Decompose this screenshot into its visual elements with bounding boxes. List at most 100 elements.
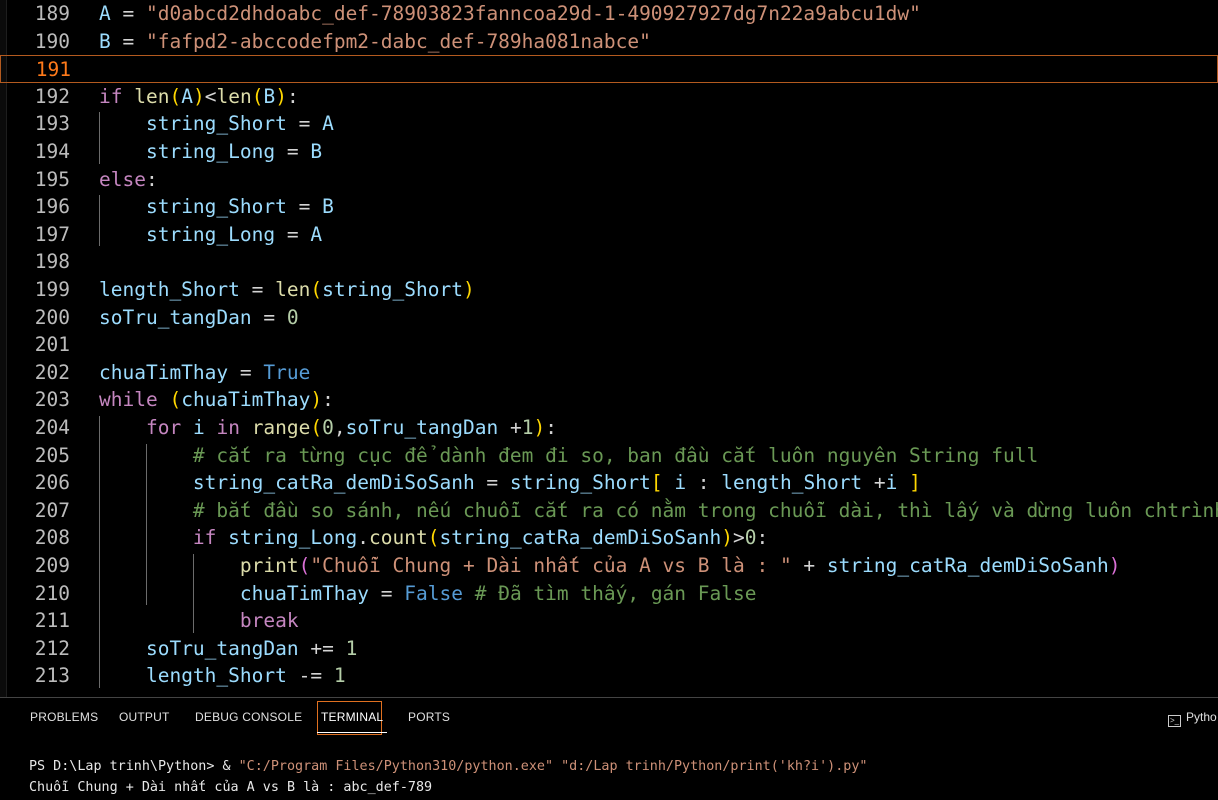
code-line[interactable]: 204 for i in range(0,soTru_tangDan +1): (0, 414, 1218, 442)
code-line[interactable]: 200 soTru_tangDan = 0 (0, 304, 1218, 332)
code-text: for i in range(0,soTru_tangDan +1): (99, 414, 557, 442)
code-token: : (545, 416, 557, 439)
code-token: len (216, 84, 252, 108)
code-text: string_Long = B (99, 138, 322, 166)
terminal-prompt: PS D:\Lap trinh\Python> & (29, 759, 239, 774)
terminal-profile-button[interactable]: >_ Pytho (1168, 710, 1217, 727)
code-line[interactable]: 189 A = "d0abcd2dhdoabc_def-78903823fannc… (0, 0, 1218, 28)
code-line[interactable]: 196 string_Short = B (0, 193, 1218, 221)
line-number: 210 (34, 581, 70, 605)
indent-guide (99, 112, 100, 164)
tab-problems[interactable]: PROBLEMS (30, 710, 98, 724)
code-line[interactable]: 212 soTru_tangDan += 1 (0, 635, 1218, 663)
code-token: : (322, 388, 334, 412)
code-token: 1 (345, 636, 358, 660)
code-text: string_Short = B (99, 193, 334, 221)
code-token: # Đã tìm thấy, gán False (474, 581, 757, 605)
code-token: if (99, 84, 123, 108)
code-text: else: (99, 166, 158, 194)
code-token: length_Short (721, 471, 863, 495)
line-number: 209 (34, 554, 70, 577)
line-number: 204 (34, 416, 70, 439)
code-token: + (791, 554, 827, 577)
code-token: 0 (322, 416, 334, 439)
line-number: 207 (34, 498, 70, 522)
code-token: + (498, 416, 522, 439)
line-number: 212 (34, 636, 70, 660)
code-text: if string_Long.count(string_catRa_demDiS… (99, 524, 768, 552)
line-number: 189 (34, 2, 70, 25)
code-line[interactable]: 197 string_Long = A (0, 221, 1218, 249)
code-text: A = "d0abcd2dhdoabc_def-78903823fanncoa2… (99, 0, 921, 28)
code-line[interactable]: 193 string_Short = A (0, 110, 1218, 138)
code-token: . (357, 526, 370, 550)
code-line[interactable]: 202 chuaTimThay = True (0, 359, 1218, 387)
code-token: = (110, 29, 146, 53)
code-token: string_Short (145, 195, 287, 219)
tab-output[interactable]: OUTPUT (119, 710, 170, 724)
line-number: 199 (34, 278, 70, 301)
code-line[interactable]: 213 length_Short -= 1 (0, 662, 1218, 690)
terminal-command-line[interactable]: PS D:\Lap trinh\Python> & "C:/Program Fi… (29, 759, 867, 774)
code-token: 0 (744, 526, 757, 550)
code-token: string_catRa_demDiSoSanh (192, 471, 475, 495)
code-token: ) (721, 526, 734, 550)
code-token: ( (427, 526, 440, 550)
code-token: , (333, 416, 346, 439)
code-token: < (204, 84, 217, 108)
code-line[interactable]: 205 # cắt ra từng cục để dành đem đi so,… (0, 442, 1218, 470)
code-token: string_catRa_demDiSoSanh (439, 526, 722, 550)
code-token: length_Short (145, 664, 287, 688)
code-token: = (275, 140, 311, 163)
code-editor[interactable]: 189 A = "d0abcd2dhdoabc_def-78903823fannc… (0, 0, 1218, 697)
code-text: soTru_tangDan += 1 (99, 635, 357, 663)
indent-guide (99, 416, 100, 688)
code-line[interactable]: 208 if string_Long.count(string_catRa_de… (0, 524, 1218, 552)
code-line[interactable]: 207 # bắt đầu so sánh, nếu chuỗi cắt ra … (0, 497, 1218, 525)
tab-ports[interactable]: PORTS (408, 710, 450, 724)
code-line[interactable]: 210 chuaTimThay = False # Đã tìm thấy, g… (0, 580, 1218, 608)
code-line[interactable]: 211 break (0, 607, 1218, 635)
code-line[interactable]: 201 (0, 331, 1218, 359)
code-line[interactable]: 209 print("Chuỗi Chung + Dài nhất của A … (0, 552, 1218, 580)
tab-debug-console[interactable]: DEBUG CONSOLE (195, 710, 302, 724)
code-token: i (674, 471, 687, 495)
code-token: string_Long (228, 526, 358, 550)
code-line[interactable]: 206 string_catRa_demDiSoSanh = string_Sh… (0, 469, 1218, 497)
code-token: : (145, 167, 158, 191)
code-line[interactable]: 191 (0, 55, 1218, 83)
code-token: -= (286, 664, 334, 688)
code-line[interactable]: 198 (0, 248, 1218, 276)
code-token: A (322, 112, 334, 136)
line-number: 197 (34, 222, 70, 246)
line-number: 200 (34, 305, 70, 329)
tab-terminal[interactable]: TERMINAL (316, 710, 388, 733)
code-token: # bắt đầu so sánh, nếu chuỗi cắt ra có n… (192, 498, 1218, 522)
code-text: print("Chuỗi Chung + Dài nhất của A vs B… (99, 552, 1121, 580)
code-token: chuaTimThay (99, 360, 229, 384)
code-line[interactable]: 195 else: (0, 166, 1218, 194)
code-line[interactable]: 203 while (chuaTimThay): (0, 386, 1218, 414)
code-line[interactable]: 199 length_Short = len(string_Short) (0, 276, 1218, 304)
terminal-output-line: Chuỗi Chung + Dài nhất của A vs B là : a… (29, 780, 433, 795)
code-token: chuaTimThay (239, 581, 370, 605)
code-token: ( (251, 84, 264, 108)
code-token: B (263, 84, 276, 108)
code-line[interactable]: 190 B = "fafpd2-abccodefpm2-dabc_def-789h… (0, 28, 1218, 56)
code-line[interactable]: 194 string_Long = B (0, 138, 1218, 166)
code-token: if (192, 526, 217, 550)
code-token: "d0abcd2dhdoabc_def-78903823fanncoa29d-1… (145, 2, 921, 25)
code-token: in (216, 416, 240, 439)
code-token: = (286, 195, 323, 219)
code-line[interactable]: 192 if len(A)<len(B): (0, 83, 1218, 111)
code-token: while (99, 388, 158, 412)
line-number: 201 (34, 333, 70, 357)
code-token: else (99, 167, 146, 191)
